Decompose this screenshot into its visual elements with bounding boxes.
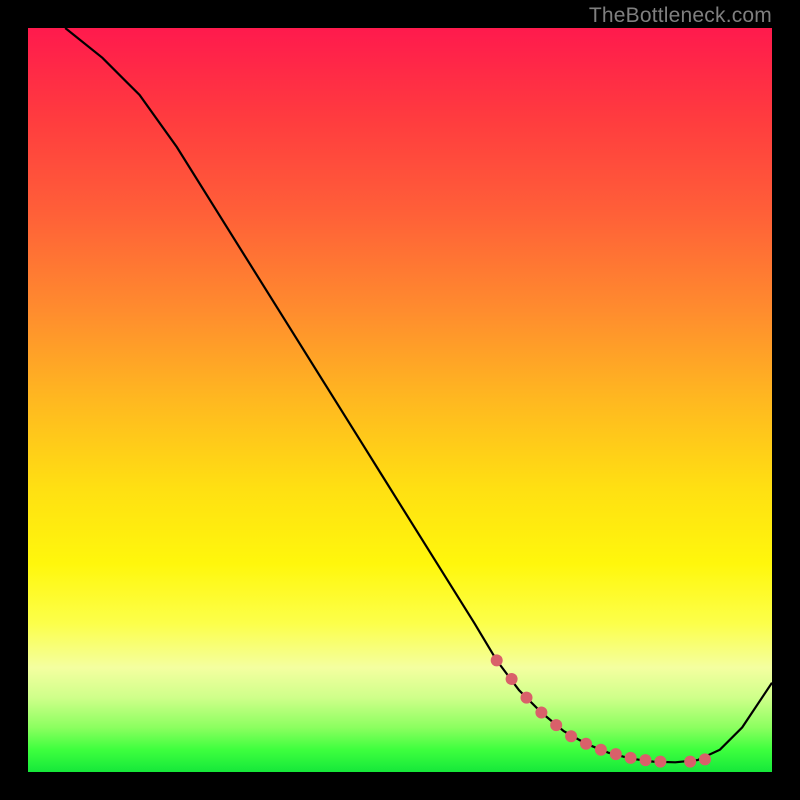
marker-dot [580, 738, 592, 750]
chart-frame: TheBottleneck.com [0, 0, 800, 800]
marker-dots [491, 654, 711, 767]
marker-dot [699, 753, 711, 765]
marker-dot [640, 754, 652, 766]
marker-dot [610, 748, 622, 760]
marker-dot [625, 752, 637, 764]
marker-dot [565, 730, 577, 742]
chart-plot-area [28, 28, 772, 772]
marker-dot [595, 744, 607, 756]
chart-svg [28, 28, 772, 772]
marker-dot [521, 692, 533, 704]
marker-dot [491, 654, 503, 666]
marker-dot [684, 756, 696, 768]
curve-line [65, 28, 772, 762]
marker-dot [535, 707, 547, 719]
marker-dot [506, 673, 518, 685]
marker-dot [654, 756, 666, 768]
watermark-text: TheBottleneck.com [589, 4, 772, 28]
marker-dot [550, 719, 562, 731]
